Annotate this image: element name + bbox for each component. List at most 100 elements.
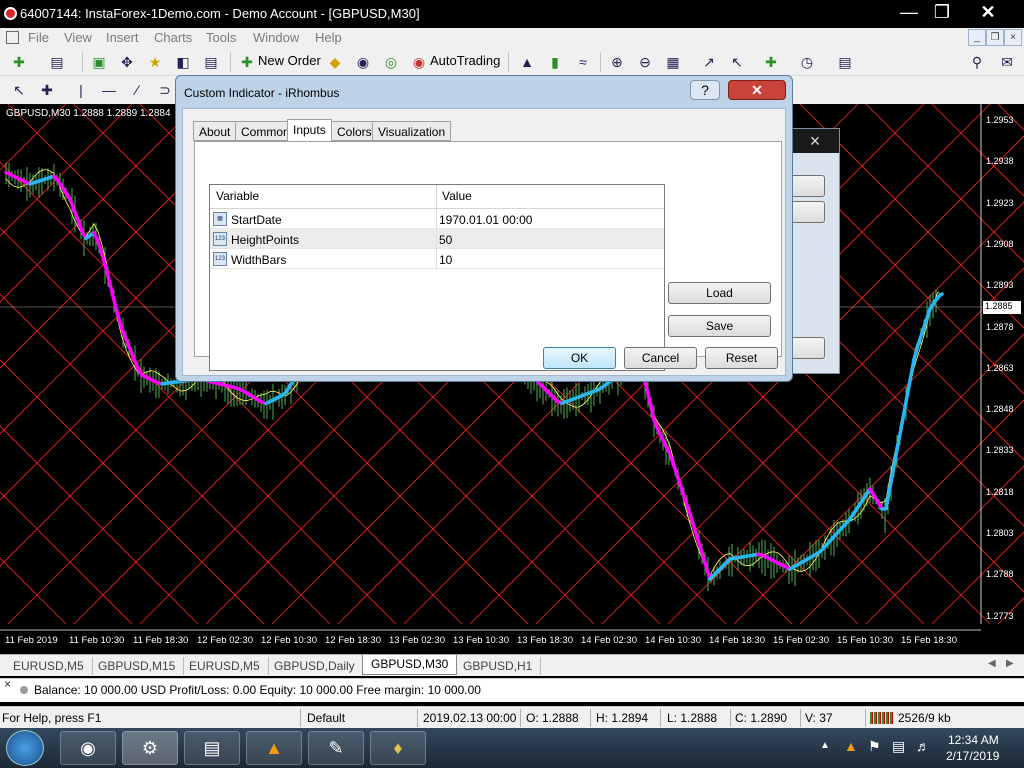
- tray-network-icon[interactable]: ▤: [892, 738, 905, 755]
- trend-line-icon[interactable]: ∕: [126, 80, 148, 100]
- ok-button[interactable]: OK: [543, 347, 616, 369]
- vlc-icon[interactable]: ▲: [246, 731, 302, 765]
- auto-trading-button[interactable]: AutoTrading: [430, 53, 500, 68]
- auto-scroll-icon[interactable]: ↗: [698, 52, 720, 72]
- tab-inputs[interactable]: Inputs: [287, 119, 332, 143]
- metaeditor-icon[interactable]: ◆: [324, 52, 346, 72]
- tab-colors[interactable]: Colors: [331, 121, 378, 141]
- window-titlebar: 64007144: InstaForex-1Demo.com - Demo Ac…: [0, 0, 1024, 28]
- search-icon[interactable]: ⚲: [966, 52, 988, 72]
- candlestick-icon[interactable]: ▮: [544, 52, 566, 72]
- chart-tab-active[interactable]: GBPUSD,M30: [362, 655, 458, 675]
- close-icon[interactable]: ✕: [966, 0, 1010, 26]
- periods-icon[interactable]: ◷: [796, 52, 818, 72]
- toolbar-separator: [230, 52, 231, 72]
- channel-icon[interactable]: ⊃: [154, 80, 176, 100]
- variable-value[interactable]: 1970.01.01 00:00: [439, 209, 532, 228]
- navigator-icon[interactable]: ★: [144, 52, 166, 72]
- chart-shift-icon[interactable]: ↖: [726, 52, 748, 72]
- variable-value[interactable]: 50: [439, 229, 452, 248]
- background-dialog-close-icon[interactable]: ×: [791, 129, 839, 153]
- tabs-scroll-right-icon[interactable]: ▶: [1006, 658, 1014, 669]
- menu-view[interactable]: View: [64, 30, 92, 45]
- tray-flag-icon[interactable]: ⚑: [868, 738, 881, 755]
- input-row-startdate[interactable]: ▦ StartDate 1970.01.01 00:00: [210, 209, 664, 229]
- chart-tab[interactable]: GBPUSD,H1: [455, 657, 542, 675]
- notepad-icon[interactable]: ✎: [308, 731, 364, 765]
- tray-time[interactable]: 12:34 AM: [948, 733, 999, 747]
- zoom-in-icon[interactable]: ⊕: [606, 52, 628, 72]
- crosshair-icon[interactable]: ✚: [36, 80, 58, 100]
- column-variable[interactable]: Variable: [216, 185, 259, 208]
- menu-tools[interactable]: Tools: [206, 30, 236, 45]
- chrome-icon[interactable]: ◉: [60, 731, 116, 765]
- menu-help[interactable]: Help: [315, 30, 342, 45]
- dialog-help-button[interactable]: ?: [690, 80, 720, 100]
- status-high: H: 1.2894: [596, 711, 649, 725]
- horizontal-line-icon[interactable]: —: [98, 80, 120, 100]
- new-chart-icon[interactable]: ✚: [8, 52, 30, 72]
- column-value[interactable]: Value: [442, 185, 472, 208]
- chat-icon[interactable]: ✉: [996, 52, 1018, 72]
- chart-tab[interactable]: GBPUSD,M15: [90, 657, 185, 675]
- chart-tab[interactable]: GBPUSD,Daily: [266, 657, 364, 675]
- reset-button[interactable]: Reset: [705, 347, 778, 369]
- start-button-icon[interactable]: [6, 730, 44, 766]
- chart-tab[interactable]: EURUSD,M5: [5, 657, 93, 675]
- tab-about[interactable]: About: [193, 121, 237, 141]
- menu-file[interactable]: File: [28, 30, 49, 45]
- mdi-close-icon[interactable]: ×: [1004, 29, 1022, 46]
- background-dialog-button[interactable]: [791, 201, 825, 223]
- toolbar-separator: [82, 52, 83, 72]
- terminal-close-icon[interactable]: ×: [4, 677, 11, 691]
- save-button[interactable]: Save: [668, 315, 771, 337]
- cursor-icon[interactable]: ↖: [8, 80, 30, 100]
- background-dialog-button[interactable]: [791, 175, 825, 197]
- tab-visualization[interactable]: Visualization: [372, 121, 452, 141]
- status-profile[interactable]: Default: [307, 711, 345, 725]
- market-watch-icon[interactable]: ▣: [88, 52, 110, 72]
- tray-volume-icon[interactable]: ♬: [916, 738, 930, 754]
- archive-icon[interactable]: ♦: [370, 731, 426, 765]
- variable-value[interactable]: 10: [439, 249, 452, 268]
- tray-vlc-icon[interactable]: ▲: [844, 738, 858, 754]
- new-order-icon[interactable]: ✚: [236, 52, 258, 72]
- experts-icon[interactable]: ◉: [352, 52, 374, 72]
- chart-tab[interactable]: EURUSD,M5: [181, 657, 269, 675]
- profiles-icon[interactable]: ▤: [46, 52, 68, 72]
- data-window-icon[interactable]: ✥: [116, 52, 138, 72]
- variable-name: HeightPoints: [231, 233, 300, 247]
- terminal-icon[interactable]: ◧: [172, 52, 194, 72]
- menu-insert[interactable]: Insert: [106, 30, 139, 45]
- dialog-close-icon[interactable]: ✕: [728, 80, 786, 100]
- auto-trading-icon[interactable]: ◉: [408, 52, 430, 72]
- input-row-widthbars[interactable]: 123 WidthBars 10: [210, 249, 664, 269]
- tile-windows-icon[interactable]: ▦: [662, 52, 684, 72]
- signals-icon[interactable]: ◎: [380, 52, 402, 72]
- background-dialog-button[interactable]: [791, 337, 825, 359]
- tray-date[interactable]: 2/17/2019: [946, 749, 999, 763]
- bar-chart-icon[interactable]: ▲: [516, 52, 538, 72]
- tray-expand-icon[interactable]: ▲: [820, 740, 830, 751]
- load-button[interactable]: Load: [668, 282, 771, 304]
- mdi-restore-icon[interactable]: ❐: [986, 29, 1004, 46]
- variable-name: StartDate: [231, 213, 282, 227]
- indicators-icon[interactable]: ✚: [760, 52, 782, 72]
- explorer-icon[interactable]: ▤: [184, 731, 240, 765]
- chart-window-icon[interactable]: [6, 31, 19, 44]
- vertical-line-icon[interactable]: |: [70, 80, 92, 100]
- zoom-out-icon[interactable]: ⊖: [634, 52, 656, 72]
- tabs-scroll-left-icon[interactable]: ◀: [988, 658, 996, 669]
- cancel-button[interactable]: Cancel: [624, 347, 697, 369]
- mdi-minimize-icon[interactable]: _: [968, 29, 986, 46]
- line-chart-icon[interactable]: ≈: [572, 52, 594, 72]
- menu-window[interactable]: Window: [253, 30, 299, 45]
- input-row-heightpoints[interactable]: 123 HeightPoints 50: [210, 229, 664, 249]
- strategy-tester-icon[interactable]: ▤: [200, 52, 222, 72]
- new-order-button[interactable]: New Order: [258, 53, 321, 68]
- trend-line-segment: [904, 378, 912, 404]
- menu-charts[interactable]: Charts: [154, 30, 192, 45]
- metatrader-icon[interactable]: ⚙: [122, 731, 178, 765]
- templates-icon[interactable]: ▤: [834, 52, 856, 72]
- maximize-icon[interactable]: ❐: [920, 0, 964, 26]
